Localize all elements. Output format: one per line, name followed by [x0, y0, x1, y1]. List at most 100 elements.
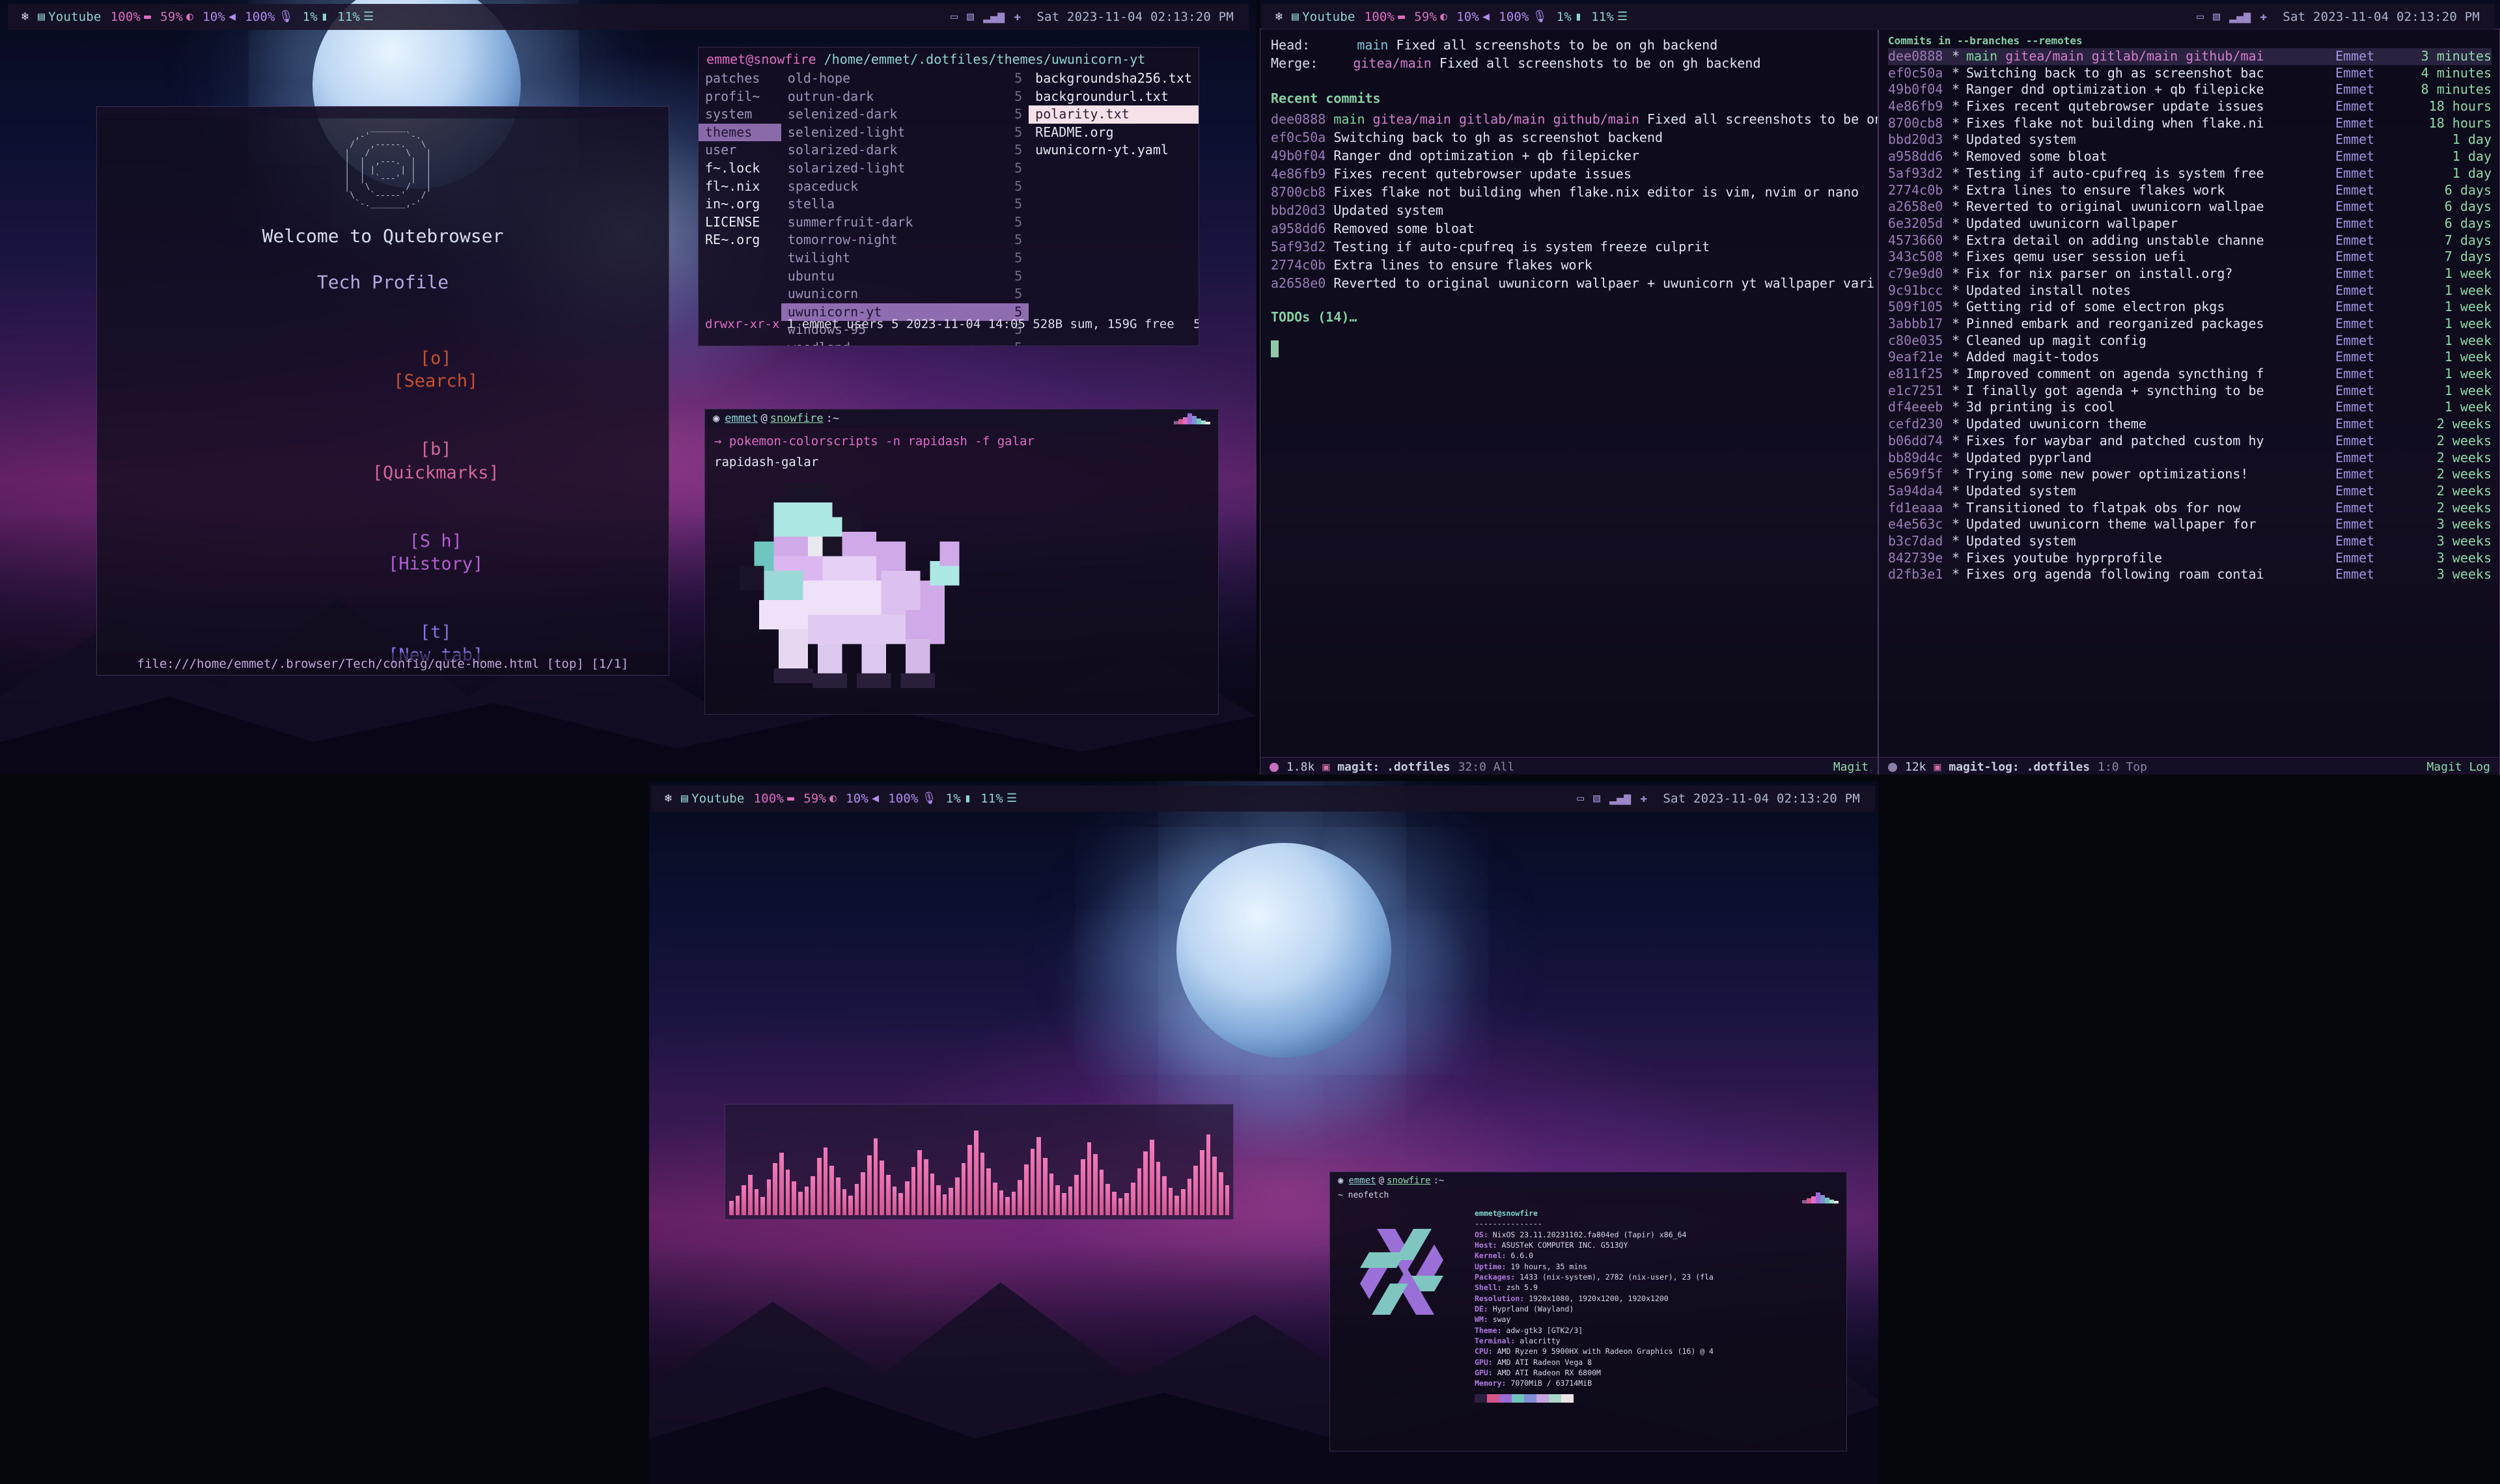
- ranger-entry[interactable]: solarized-light 5: [781, 159, 1029, 178]
- ranger-column-preview[interactable]: backgroundsha256.txt backgroundurl.txt pol…: [1029, 70, 1199, 314]
- magit-log-row[interactable]: d2fb3e1 * Fixes org agenda following roam …: [1888, 566, 2492, 583]
- ranger-entry[interactable]: ubuntu 5: [781, 268, 1029, 286]
- ranger-entry[interactable]: themes: [699, 123, 781, 142]
- neofetch-window[interactable]: ◉ emmet @ snowfire :~ ~ neofetch emmet@s…: [1329, 1172, 1847, 1451]
- ranger-window[interactable]: emmet@snowfire /home/emmet/.dotfiles/the…: [698, 47, 1199, 346]
- magit-commit-row[interactable]: 4e86fb9 Fixes recent qutebrowser update …: [1271, 165, 1867, 183]
- waybar-bluetooth-icon[interactable]: ✚: [1009, 11, 1025, 23]
- waybar-clock[interactable]: Sat 2023-11-04 02:13:20 PM: [2278, 10, 2484, 24]
- ranger-entry[interactable]: backgroundsha256.txt: [1029, 70, 1199, 88]
- waybar-module-brightness[interactable]: 59% ◐: [156, 10, 198, 24]
- magit-log-row[interactable]: 5a94da4 * Updated system Emmet 2 weeks: [1888, 483, 2492, 500]
- ranger-entry[interactable]: f~.lock: [699, 159, 781, 178]
- waybar-module-microphone[interactable]: 100% 🎙: [883, 791, 941, 806]
- waybar-module-cpu[interactable]: 1% ▮: [941, 791, 976, 806]
- magit-log-window[interactable]: Commits in --branches --remotes dee0888 *…: [1878, 29, 2500, 775]
- waybar-module-workspace-youtube[interactable]: ▤ Youtube: [1287, 10, 1360, 24]
- waybar-module-nix-snowflake-icon[interactable]: ❄: [17, 11, 33, 23]
- ranger-entry[interactable]: patches: [699, 70, 781, 88]
- waybar-module-volume[interactable]: 10% ◀: [1452, 10, 1494, 24]
- magit-log-row[interactable]: 343c508 * Fixes qemu user session uefi Emme…: [1888, 249, 2492, 266]
- ranger-entry[interactable]: outrun-dark 5: [781, 88, 1029, 106]
- magit-commit-row[interactable]: a958dd6 Removed some bloat: [1271, 219, 1867, 238]
- ranger-entry[interactable]: solarized-dark 5: [781, 141, 1029, 159]
- waybar-module-cpu[interactable]: 1% ▮: [298, 10, 333, 24]
- waybar-module-brightness[interactable]: 59% ◐: [799, 791, 841, 806]
- magit-commit-row[interactable]: bbd20d3 Updated system: [1271, 201, 1867, 219]
- qutebrowser-window[interactable]: _______ ,-' `-. / ,-----. \ | / \ | | | …: [96, 106, 669, 676]
- ranger-entry[interactable]: backgroundurl.txt: [1029, 88, 1199, 106]
- ranger-entry[interactable]: profil~: [699, 88, 781, 106]
- magit-log-row[interactable]: 5af93d2 * Testing if auto-cpufreq is syste…: [1888, 165, 2492, 182]
- waybar-laptop-icon[interactable]: ▭: [2192, 11, 2208, 23]
- magit-section-todos[interactable]: TODOs (14)…: [1271, 308, 1867, 326]
- magit-log-row[interactable]: c80e035 * Cleaned up magit config Emmet 1 we…: [1888, 333, 2492, 350]
- ranger-entry[interactable]: woodland 5: [781, 339, 1029, 346]
- waybar-module-battery[interactable]: 100% ▬: [1360, 10, 1410, 24]
- magit-commit-row[interactable]: ef0c50a Switching back to gh as screensh…: [1271, 128, 1867, 146]
- waybar-monitor-1[interactable]: ❄ ▤ Youtube 100% ▬ 59% ◐ 10% ◀ 100% 🎙 1% ▮ 11% ☰ ▭ ▧ ▂▄▆…: [8, 4, 1249, 30]
- waybar-module-volume[interactable]: 10% ◀: [198, 10, 240, 24]
- magit-log-row[interactable]: c79e9d0 * Fix for nix parser on install.or…: [1888, 266, 2492, 282]
- waybar-laptop-icon[interactable]: ▭: [946, 11, 962, 23]
- ranger-entry[interactable]: README.org: [1029, 124, 1199, 142]
- magit-log-row[interactable]: a2658e0 * Reverted to original uwunicorn w…: [1888, 199, 2492, 215]
- ranger-entry[interactable]: spaceduck 5: [781, 178, 1029, 196]
- magit-log-row[interactable]: 842739e * Fixes youtube hyprprofile Emmet 3 …: [1888, 550, 2492, 567]
- ranger-entry[interactable]: twilight 5: [781, 249, 1029, 268]
- magit-log-row[interactable]: dee0888 * main gitea/main gitlab/main gith…: [1888, 48, 2492, 65]
- ranger-entry[interactable]: fl~.nix: [699, 178, 781, 196]
- merge-branch[interactable]: gitea/main: [1353, 55, 1431, 71]
- magit-section-recent-commits[interactable]: Recent commits: [1271, 89, 1867, 107]
- waybar-module-microphone[interactable]: 100% 🎙: [240, 10, 298, 24]
- waybar-idle-inhibitor-icon[interactable]: ▧: [962, 11, 979, 23]
- waybar-clock[interactable]: Sat 2023-11-04 02:13:20 PM: [1032, 10, 1238, 24]
- magit-log-row[interactable]: 509f105 * Getting rid of some electron pkg…: [1888, 299, 2492, 316]
- ranger-entry[interactable]: polarity.txt: [1029, 105, 1199, 124]
- ranger-entry[interactable]: LICENSE: [699, 213, 781, 232]
- waybar-module-workspace-youtube[interactable]: ▤ Youtube: [676, 791, 749, 806]
- ranger-entry[interactable]: in~.org: [699, 195, 781, 213]
- ranger-column-current[interactable]: old-hope 5 outrun-dark 5 selenized-dark 5 sele…: [781, 70, 1029, 346]
- waybar-clock[interactable]: Sat 2023-11-04 02:13:20 PM: [1658, 791, 1865, 806]
- magit-commit-row[interactable]: 5af93d2 Testing if auto-cpufreq is syste…: [1271, 238, 1867, 256]
- waybar-module-memory[interactable]: 11% ☰: [976, 791, 1021, 806]
- waybar-module-nix-snowflake-icon[interactable]: ❄: [1271, 11, 1287, 23]
- magit-log-row[interactable]: bbd20d3 * Updated system Emmet 1 day: [1888, 131, 2492, 148]
- ranger-entry[interactable]: selenized-light 5: [781, 124, 1029, 142]
- ranger-entry[interactable]: user: [699, 141, 781, 159]
- startpage-link-search[interactable]: [o] [Search]: [266, 324, 499, 415]
- magit-commit-row[interactable]: 8700cb8 Fixes flake not building when fl…: [1271, 183, 1867, 201]
- waybar-laptop-icon[interactable]: ▭: [1572, 793, 1589, 804]
- magit-log-row[interactable]: a958dd6 * Removed some bloat Emmet 1 day: [1888, 148, 2492, 165]
- startpage-link-quickmarks[interactable]: [b] [Quickmarks]: [266, 415, 499, 506]
- cava-visualizer-window[interactable]: [725, 1104, 1234, 1220]
- waybar-bluetooth-icon[interactable]: ✚: [2255, 11, 2271, 23]
- startpage-link-history[interactable]: [S h] [History]: [266, 507, 499, 598]
- magit-log-row[interactable]: 8700cb8 * Fixes flake not building when fl…: [1888, 115, 2492, 132]
- waybar-module-memory[interactable]: 11% ☰: [333, 10, 378, 24]
- magit-log-row[interactable]: cefd230 * Updated uwunicorn theme Emmet 2 we…: [1888, 416, 2492, 433]
- magit-log-row[interactable]: 4573660 * Extra detail on adding unstable …: [1888, 232, 2492, 249]
- waybar-module-volume[interactable]: 10% ◀: [841, 791, 883, 806]
- pokemon-terminal-window[interactable]: ◉ emmet @ snowfire :~ → pokemon-colorscr…: [704, 409, 1219, 715]
- waybar-module-microphone[interactable]: 100% 🎙: [1494, 10, 1552, 24]
- magit-commit-row[interactable]: 2774c0b Extra lines to ensure flakes wor…: [1271, 256, 1867, 274]
- waybar-module-nix-snowflake-icon[interactable]: ❄: [660, 793, 676, 804]
- waybar-monitor-2[interactable]: ❄ ▤ Youtube 100% ▬ 59% ◐ 10% ◀ 100% 🎙 1% ▮ 11% ☰ ▭ ▧ ▂▄▆…: [1262, 4, 2495, 30]
- ranger-entry[interactable]: stella 5: [781, 195, 1029, 213]
- magit-log-row[interactable]: 6e3205d * Updated uwunicorn wallpaper Emmet…: [1888, 215, 2492, 232]
- ranger-column-parent[interactable]: patches profil~ system themes user f~.lock fl~…: [699, 70, 781, 314]
- magit-log-row[interactable]: e569f5f * Trying some new power optimizati…: [1888, 466, 2492, 483]
- magit-log-row[interactable]: ef0c50a * Switching back to gh as screensh…: [1888, 65, 2492, 82]
- waybar-bluetooth-icon[interactable]: ✚: [1635, 793, 1652, 804]
- ranger-entry[interactable]: uwunicorn 5: [781, 285, 1029, 303]
- waybar-idle-inhibitor-icon[interactable]: ▧: [2208, 11, 2225, 23]
- ranger-entry[interactable]: system: [699, 105, 781, 124]
- magit-status-window[interactable]: Head: main Fixed all screenshots to be o…: [1260, 29, 1878, 775]
- waybar-module-battery[interactable]: 100% ▬: [749, 791, 799, 806]
- waybar-network-icon[interactable]: ▂▄▆: [979, 11, 1009, 23]
- waybar-module-brightness[interactable]: 59% ◐: [1410, 10, 1452, 24]
- head-branch[interactable]: main: [1357, 37, 1388, 53]
- magit-log-row[interactable]: 4e86fb9 * Fixes recent qutebrowser update …: [1888, 98, 2492, 115]
